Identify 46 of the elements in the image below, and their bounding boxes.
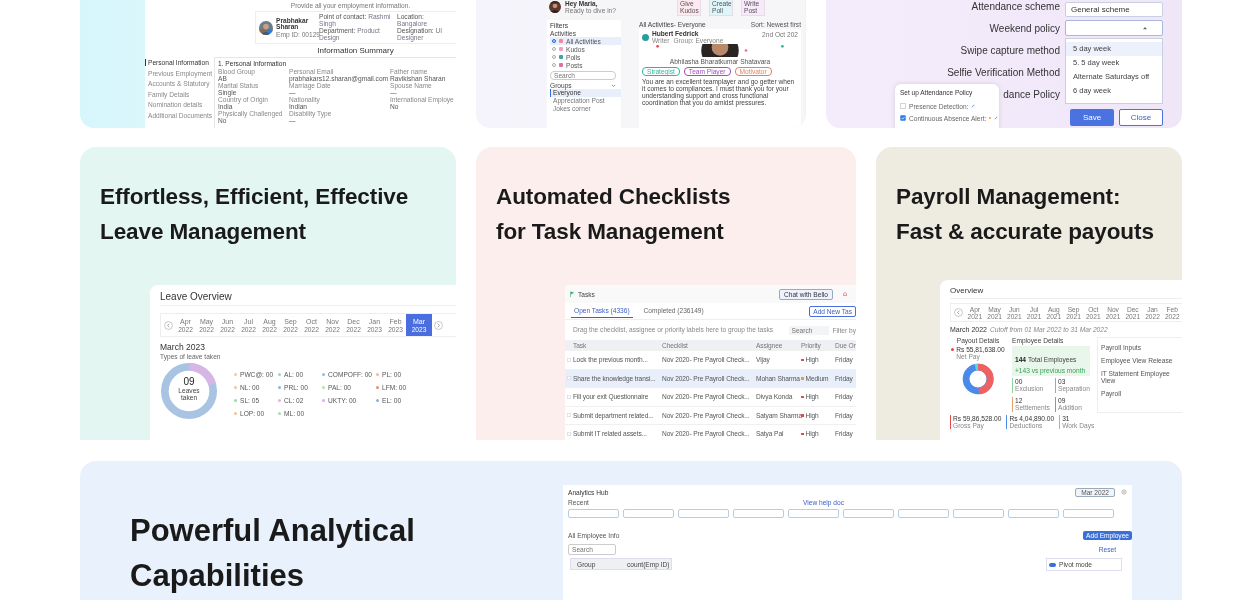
report-chip[interactable] <box>623 509 674 518</box>
section-heading: Information Summary <box>317 46 394 55</box>
feature-title: Automated Checklists for Task Management <box>496 183 732 246</box>
report-chip[interactable] <box>678 509 729 518</box>
save-button[interactable]: Save <box>1070 109 1114 126</box>
feature-title: Payroll Management: Fast & accurate payouts <box>896 183 1155 246</box>
report-chip[interactable] <box>898 509 949 518</box>
report-chip[interactable] <box>1008 509 1059 518</box>
report-chip[interactable] <box>733 509 784 518</box>
total-count: 09 <box>182 376 196 387</box>
panel-title: Overview <box>950 286 1182 299</box>
caret-icon <box>1142 26 1148 30</box>
report-chip[interactable] <box>843 509 894 518</box>
panel-title: Leave Overview <box>160 291 456 306</box>
feature-title: Powerful Analytical Capabilities <box>130 512 416 595</box>
chevron-right-icon[interactable] <box>434 320 443 330</box>
text-field[interactable]: General scheme <box>1065 2 1163 17</box>
report-chip[interactable] <box>568 509 619 518</box>
chevron-left-icon[interactable] <box>164 320 173 330</box>
settings-icon[interactable] <box>1121 489 1127 495</box>
report-chip[interactable] <box>1063 509 1114 518</box>
feature-title: Effortless, Efficient, Effective Leave Management <box>100 183 410 246</box>
avatar-icon <box>642 34 649 41</box>
flag-icon <box>570 291 575 297</box>
dropdown-field[interactable] <box>1065 20 1163 36</box>
dot-icon <box>951 348 955 351</box>
period-title: March 2023 <box>160 342 206 352</box>
field-label: Weekend policy <box>989 22 1060 34</box>
report-chip[interactable] <box>788 509 839 518</box>
field-label: Attendance scheme <box>971 0 1060 12</box>
radio-button[interactable] <box>552 47 556 51</box>
radio-button[interactable] <box>552 63 556 67</box>
checkbox[interactable] <box>900 103 906 109</box>
field-label: Swipe capture method <box>960 44 1060 56</box>
field-label: dance Policy <box>1003 88 1060 100</box>
radio-button[interactable] <box>552 55 556 59</box>
radio-button[interactable] <box>552 39 556 43</box>
chevron-icon[interactable] <box>611 83 616 88</box>
bell-icon[interactable] <box>842 291 848 297</box>
close-button[interactable]: Close <box>1119 109 1163 126</box>
report-chip[interactable] <box>953 509 1004 518</box>
chevron-left-icon[interactable] <box>954 308 963 317</box>
donut-chart-drawing <box>961 362 995 396</box>
donut-chart-drawing <box>160 362 218 420</box>
field-label: Selfie Verification Method <box>947 66 1060 78</box>
toggle-switch[interactable] <box>1049 562 1056 567</box>
